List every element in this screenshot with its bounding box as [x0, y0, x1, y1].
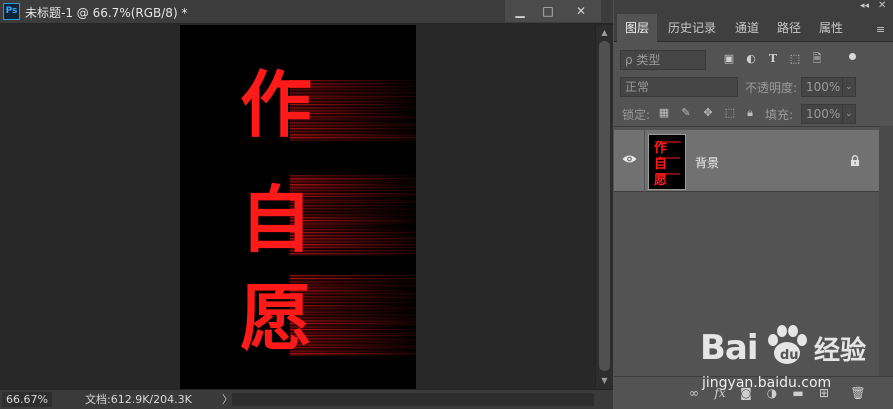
- tab-history[interactable]: 历史记录: [659, 14, 725, 42]
- panel-header-strip: ◂◂ ✕: [614, 0, 893, 14]
- document-size-info: 文档:612.9K/204.3K: [85, 393, 192, 406]
- layer-name[interactable]: 背景: [695, 154, 719, 171]
- lock-label: 锁定:: [622, 108, 651, 122]
- tab-properties[interactable]: 属性: [811, 14, 851, 42]
- canvas[interactable]: 作 自 愿: [180, 25, 416, 389]
- filter-toggle-icon[interactable]: [849, 53, 856, 60]
- minimize-button[interactable]: ▁: [505, 0, 535, 22]
- thumb-glyph-2: 自: [654, 156, 667, 172]
- fill-field[interactable]: 100%: [801, 104, 843, 124]
- trash-icon[interactable]: 🗑︎: [850, 385, 866, 401]
- panel-tab-bar: 图层 历史记录 通道 路径 属性 ≡: [614, 14, 893, 42]
- visibility-toggle[interactable]: [614, 130, 645, 192]
- canvas-artwork: 作 自 愿: [240, 63, 416, 360]
- document-window: Ps 未标题-1 @ 66.7%(RGB/8) * ▁ □ ✕ 作 自 愿 ▲ …: [0, 0, 613, 409]
- scroll-down-arrow-icon[interactable]: ▼: [600, 376, 609, 385]
- close-panel-icon[interactable]: ✕: [878, 0, 886, 11]
- blend-mode-select[interactable]: 正常: [620, 77, 738, 97]
- canvas-glyph-2: 自: [240, 178, 312, 262]
- collapse-panel-icon[interactable]: ◂◂: [860, 1, 869, 11]
- smart-object-icon[interactable]: 🗎: [810, 52, 824, 66]
- scrollbar-thumb[interactable]: [599, 41, 610, 371]
- document-titlebar[interactable]: Ps 未标题-1 @ 66.7%(RGB/8) * ▁ □ ✕: [0, 0, 613, 24]
- thumb-glyph-3: 愿: [654, 173, 667, 188]
- lock-move-icon[interactable]: ✥: [701, 106, 715, 120]
- adjustment-icon[interactable]: ◐: [744, 52, 758, 66]
- layers-panel: ◂◂ ✕ 图层 历史记录 通道 路径 属性 ≡ ρ 类型 ▣ ◐ T ⬚ 🗎 正…: [614, 0, 893, 409]
- motion-streak: [290, 175, 416, 176]
- document-title: 未标题-1 @ 66.7%(RGB/8) *: [25, 6, 188, 20]
- adjustment-layer-icon[interactable]: ◑: [764, 385, 780, 401]
- lock-brush-icon[interactable]: ✎: [679, 106, 693, 120]
- layers-list: 作 自 愿 背景: [614, 126, 893, 376]
- layer-filter-select[interactable]: ρ 类型: [620, 50, 706, 70]
- layer-row[interactable]: 作 自 愿 背景: [614, 130, 879, 192]
- zoom-level-field[interactable]: 66.67%: [2, 392, 52, 407]
- layer-lock-icon: [851, 155, 859, 166]
- opacity-label: 不透明度:: [745, 81, 798, 95]
- vertical-scrollbar[interactable]: ▲ ▼: [595, 25, 613, 389]
- canvas-glyph-1: 作: [240, 63, 312, 147]
- opacity-field[interactable]: 100%: [801, 77, 843, 97]
- group-icon[interactable]: ▬: [790, 385, 806, 401]
- tab-paths[interactable]: 路径: [769, 14, 809, 42]
- scroll-up-arrow-icon[interactable]: ▲: [600, 28, 609, 37]
- fx-icon[interactable]: fx: [712, 385, 728, 401]
- status-bar: 66.67% 文档:612.9K/204.3K 〉: [0, 389, 613, 409]
- fill-label: 填充:: [765, 108, 794, 122]
- lock-artboard-icon[interactable]: ⬚: [723, 106, 737, 120]
- opacity-dropdown-icon[interactable]: ⌄: [842, 77, 856, 97]
- type-icon[interactable]: T: [766, 52, 780, 66]
- tab-layers[interactable]: 图层: [617, 14, 657, 42]
- link-icon[interactable]: ∞: [686, 385, 702, 401]
- photoshop-logo-icon: Ps: [3, 3, 20, 20]
- layer-thumbnail[interactable]: 作 自 愿: [648, 134, 686, 190]
- horizontal-scrollbar[interactable]: [232, 393, 594, 406]
- panel-scrollbar[interactable]: [879, 126, 893, 376]
- maximize-button[interactable]: □: [533, 0, 563, 22]
- shape-icon[interactable]: ⬚: [788, 52, 802, 66]
- image-icon[interactable]: ▣: [722, 52, 736, 66]
- lock-all-icon[interactable]: 🔒︎: [743, 106, 757, 120]
- new-layer-icon[interactable]: ⊞: [816, 385, 832, 401]
- canvas-glyph-3: 愿: [240, 276, 312, 360]
- panel-menu-icon[interactable]: ≡: [876, 23, 885, 36]
- layers-bottom-bar: ∞ fx ◙ ◑ ▬ ⊞ 🗑︎: [614, 376, 893, 409]
- thumb-glyph-1: 作: [654, 140, 667, 156]
- tab-channels[interactable]: 通道: [727, 14, 767, 42]
- eye-icon[interactable]: [622, 154, 637, 164]
- close-button[interactable]: ✕: [561, 0, 601, 22]
- mask-icon[interactable]: ◙: [738, 385, 754, 401]
- fill-dropdown-icon[interactable]: ⌄: [842, 104, 856, 124]
- lock-pixels-icon[interactable]: ▦: [657, 106, 671, 120]
